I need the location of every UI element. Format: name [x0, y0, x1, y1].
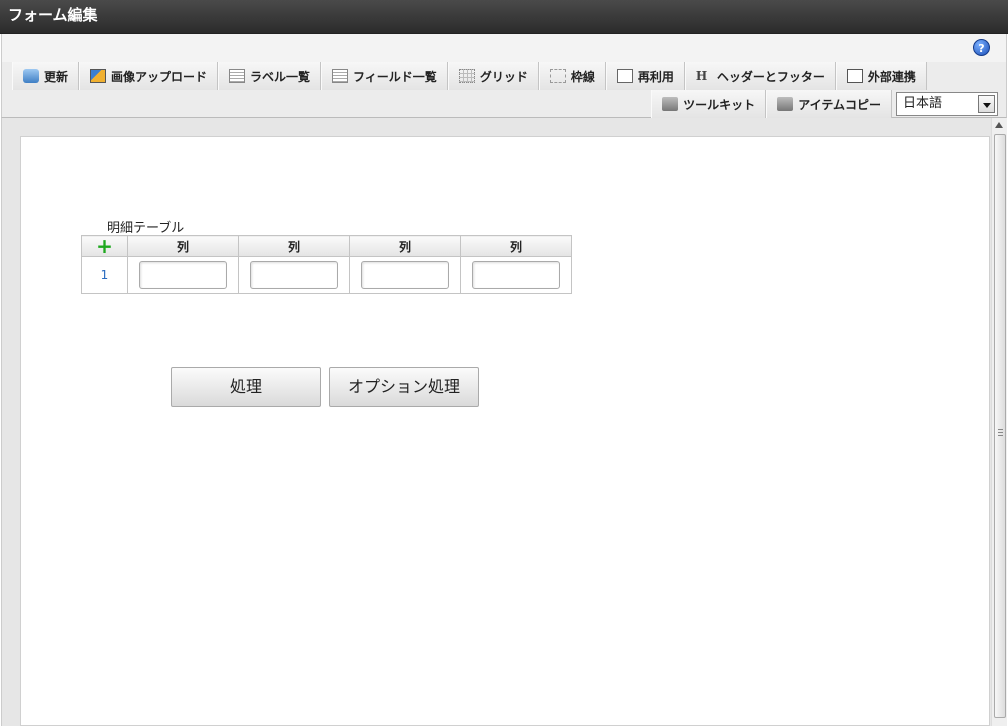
table-cell	[460, 256, 572, 294]
column-header: 列	[349, 235, 461, 257]
image-upload-label: 画像アップロード	[111, 69, 208, 84]
refresh-icon	[23, 69, 39, 83]
toolkit-icon	[662, 97, 679, 111]
header-icon: H	[695, 69, 708, 83]
list-icon	[332, 69, 349, 83]
detail-table: + 列 列 列 列 1	[81, 235, 572, 294]
external-link-button[interactable]: 外部連携	[835, 62, 927, 90]
refresh-button[interactable]: 更新	[12, 62, 80, 90]
table-cell	[349, 256, 461, 294]
field-list-label: フィールド一覧	[353, 69, 437, 84]
option-process-button[interactable]: オプション処理	[329, 367, 479, 407]
row-number: 1	[81, 256, 128, 294]
toolbar: 更新 画像アップロード ラベル一覧 フィールド一覧 グリッド 枠線 再利用 H	[1, 62, 1007, 118]
header-footer-label: ヘッダーとフッター	[716, 69, 825, 84]
copy-icon	[616, 69, 633, 83]
grip-icon	[998, 429, 1003, 436]
toolbar-row-1: 更新 画像アップロード ラベル一覧 フィールド一覧 グリッド 枠線 再利用 H	[12, 62, 927, 90]
add-row-button[interactable]: +	[81, 233, 128, 258]
label-list-label: ラベル一覧	[250, 69, 311, 84]
language-select[interactable]: 日本語	[896, 92, 998, 116]
external-link-icon	[846, 69, 863, 83]
table-cell	[127, 256, 239, 294]
external-link-label: 外部連携	[867, 69, 916, 84]
help-bar: ?	[1, 34, 1007, 62]
cell-input[interactable]	[139, 261, 227, 289]
column-header: 列	[238, 235, 350, 257]
grid-label: グリッド	[479, 69, 528, 84]
toolkit-label: ツールキット	[683, 97, 756, 112]
image-upload-button[interactable]: 画像アップロード	[79, 62, 219, 90]
help-icon[interactable]: ?	[973, 39, 990, 56]
cell-input[interactable]	[361, 261, 449, 289]
process-button[interactable]: 処理	[171, 367, 321, 407]
form-canvas: 明細テーブル + 列 列 列 列 1 処理 オプション処理	[20, 136, 990, 726]
frame-label: 枠線	[570, 69, 595, 84]
language-value: 日本語	[903, 96, 943, 111]
header-footer-button[interactable]: H ヘッダーとフッター	[684, 62, 836, 90]
cell-input[interactable]	[472, 261, 560, 289]
grid-icon	[458, 69, 475, 83]
reuse-button[interactable]: 再利用	[605, 62, 685, 90]
item-copy-button[interactable]: アイテムコピー	[766, 90, 892, 118]
table-row: 1	[81, 256, 572, 294]
reuse-label: 再利用	[637, 69, 674, 84]
list-icon	[229, 69, 246, 83]
frame-button[interactable]: 枠線	[538, 62, 606, 90]
grid-button[interactable]: グリッド	[447, 62, 539, 90]
chevron-down-icon[interactable]	[978, 95, 995, 113]
field-list-button[interactable]: フィールド一覧	[321, 62, 448, 90]
plus-icon: +	[96, 233, 113, 258]
table-caption: 明細テーブル	[107, 221, 185, 236]
cell-input[interactable]	[250, 261, 338, 289]
image-upload-icon	[90, 69, 107, 83]
row-number-text: 1	[100, 268, 109, 282]
toolbar-row-2: ツールキット アイテムコピー 日本語	[651, 90, 998, 118]
refresh-label: 更新	[44, 69, 69, 84]
toolkit-button[interactable]: ツールキット	[651, 90, 767, 118]
column-header: 列	[460, 235, 572, 257]
toolkit-icon	[777, 97, 794, 111]
table-cell	[238, 256, 350, 294]
work-area: 明細テーブル + 列 列 列 列 1 処理 オプション処理	[1, 118, 1007, 726]
vertical-scrollbar[interactable]	[991, 118, 1007, 726]
frame-icon	[549, 69, 566, 83]
item-copy-label: アイテムコピー	[798, 97, 881, 112]
scroll-up-icon[interactable]	[995, 122, 1003, 128]
scrollbar-thumb[interactable]	[994, 134, 1006, 718]
window-title: フォーム編集	[0, 0, 1008, 34]
column-header: 列	[127, 235, 239, 257]
label-list-button[interactable]: ラベル一覧	[218, 62, 322, 90]
